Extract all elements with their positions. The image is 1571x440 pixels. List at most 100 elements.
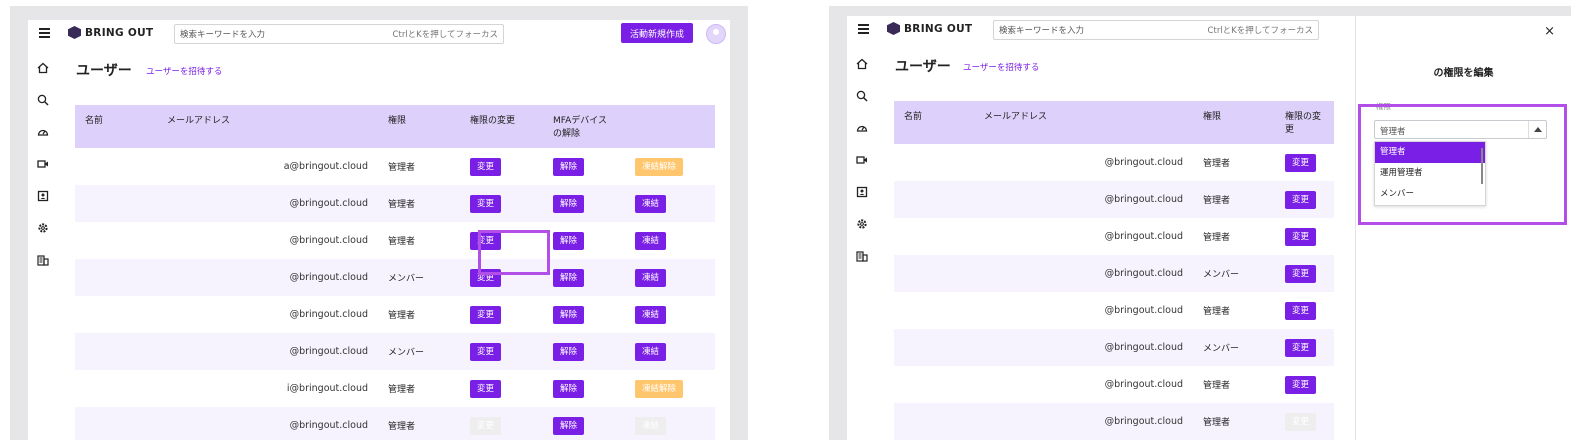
change-role-cell: 変更 <box>1275 329 1334 366</box>
header-email: メールアドレス <box>157 105 378 148</box>
mfa-reset-button[interactable]: 解除 <box>553 342 585 361</box>
home-icon[interactable] <box>37 62 49 74</box>
freeze-button[interactable]: 凍結 <box>635 194 667 213</box>
name-cell <box>75 333 157 370</box>
settings-icon[interactable] <box>37 222 49 234</box>
change-role-button[interactable]: 変更 <box>1285 338 1317 357</box>
change-role-button[interactable]: 変更 <box>470 194 502 213</box>
change-role-button[interactable]: 変更 <box>470 416 502 435</box>
search-input[interactable]: 検索キーワードを入力 CtrlとKを押してフォーカス <box>993 20 1319 40</box>
freeze-cell: 凍結 <box>625 259 715 296</box>
table-row: @bringout.cloud 管理者 変更 <box>894 218 1334 255</box>
change-role-button[interactable]: 変更 <box>1285 227 1317 246</box>
mfa-reset-button[interactable]: 解除 <box>553 194 585 213</box>
freeze-cell: 凍結 <box>625 407 715 440</box>
freeze-button[interactable]: 凍結 <box>635 342 667 361</box>
menu-icon[interactable] <box>858 24 869 34</box>
mfa-reset-button[interactable]: 解除 <box>553 157 585 176</box>
freeze-button[interactable]: 凍結解除 <box>635 157 684 176</box>
change-role-button[interactable]: 変更 <box>1285 301 1317 320</box>
change-role-cell: 変更 <box>460 296 543 333</box>
sidebar <box>847 44 877 440</box>
create-activity-button[interactable]: 活動新規作成 <box>621 23 694 43</box>
change-role-button[interactable]: 変更 <box>470 157 502 176</box>
freeze-cell: 凍結解除 <box>625 148 715 185</box>
change-role-button[interactable]: 変更 <box>1285 153 1317 172</box>
dashboard-icon[interactable] <box>37 126 49 138</box>
search-placeholder: 検索キーワードを入力 <box>999 26 1085 36</box>
settings-icon[interactable] <box>856 218 868 230</box>
change-role-cell: 変更 <box>1275 366 1334 403</box>
freeze-cell: 凍結 <box>625 333 715 370</box>
building-icon[interactable] <box>856 250 868 262</box>
table-row: @bringout.cloud メンバー 変更 <box>894 329 1334 366</box>
mfa-cell: 解除 <box>543 222 625 259</box>
change-role-button[interactable]: 変更 <box>470 379 502 398</box>
change-role-button[interactable]: 変更 <box>1285 264 1317 283</box>
highlight-role-select <box>1358 104 1567 225</box>
email-cell: @bringout.cloud <box>974 329 1193 366</box>
role-cell: 管理者 <box>1193 403 1275 440</box>
mfa-reset-button[interactable]: 解除 <box>553 416 585 435</box>
header-mfa-reset: MFAデバイスの解除 <box>543 105 625 148</box>
table-row: @bringout.cloud 管理者 変更 解除 凍結 <box>75 222 715 259</box>
mfa-cell: 解除 <box>543 148 625 185</box>
invite-users-link[interactable]: ユーザーを招待する <box>146 65 222 77</box>
name-cell <box>894 366 974 403</box>
email-cell: @bringout.cloud <box>289 309 368 320</box>
video-icon[interactable] <box>37 158 49 170</box>
table-row: @bringout.cloud メンバー 変更 解除 凍結 <box>75 333 715 370</box>
zoom-icon[interactable] <box>37 94 49 106</box>
name-cell <box>894 403 974 440</box>
app-window: BRING OUT 検索キーワードを入力 CtrlとKを押してフォーカス 活動新… <box>28 20 730 440</box>
change-role-cell: 変更 <box>1275 181 1334 218</box>
avatar[interactable] <box>706 24 726 44</box>
mfa-reset-button[interactable]: 解除 <box>553 305 585 324</box>
role-cell: メンバー <box>378 333 460 370</box>
header-role: 権限 <box>378 105 460 148</box>
freeze-button[interactable]: 凍結 <box>635 268 667 287</box>
logo-text: BRING OUT <box>904 22 973 35</box>
dashboard-icon[interactable] <box>856 122 868 134</box>
logo-text: BRING OUT <box>85 26 154 39</box>
change-role-button[interactable]: 変更 <box>1285 190 1317 209</box>
change-role-button[interactable]: 変更 <box>470 342 502 361</box>
mfa-reset-button[interactable]: 解除 <box>553 231 585 250</box>
zoom-icon[interactable] <box>856 90 868 102</box>
freeze-cell: 凍結 <box>625 185 715 222</box>
mfa-reset-button[interactable]: 解除 <box>553 268 585 287</box>
change-role-cell: 変更 <box>1275 255 1334 292</box>
table-row: @bringout.cloud 管理者 変更 解除 凍結 <box>75 296 715 333</box>
search-input[interactable]: 検索キーワードを入力 CtrlとKを押してフォーカス <box>174 24 504 44</box>
main-content: ユーザー ユーザーを招待する 名前 メールアドレス 権限 権限の変更 MFAデバ… <box>62 48 730 440</box>
menu-icon[interactable] <box>39 28 50 38</box>
change-role-cell: 変更 <box>1275 403 1334 440</box>
contact-icon[interactable] <box>856 186 868 198</box>
change-role-button[interactable]: 変更 <box>1285 375 1317 394</box>
freeze-button[interactable]: 凍結 <box>635 416 667 435</box>
change-role-cell: 変更 <box>1275 292 1334 329</box>
change-role-button[interactable]: 変更 <box>470 305 502 324</box>
building-icon[interactable] <box>37 254 49 266</box>
email-cell: @bringout.cloud <box>1104 305 1183 316</box>
name-cell <box>75 148 157 185</box>
highlight-change-button <box>478 230 550 275</box>
freeze-button[interactable]: 凍結 <box>635 305 667 324</box>
video-icon[interactable] <box>856 154 868 166</box>
freeze-button[interactable]: 凍結解除 <box>635 379 684 398</box>
change-role-button[interactable]: 変更 <box>1285 412 1317 431</box>
close-icon[interactable]: × <box>1544 24 1555 39</box>
header-change-role: 権限の変更 <box>460 105 543 148</box>
role-cell: 管理者 <box>378 407 460 440</box>
home-icon[interactable] <box>856 58 868 70</box>
name-cell <box>894 181 974 218</box>
mfa-reset-button[interactable]: 解除 <box>553 379 585 398</box>
freeze-button[interactable]: 凍結 <box>635 231 667 250</box>
mfa-cell: 解除 <box>543 185 625 222</box>
name-cell <box>75 370 157 407</box>
name-cell <box>75 296 157 333</box>
contact-icon[interactable] <box>37 190 49 202</box>
role-cell: 管理者 <box>388 163 416 173</box>
header-freeze <box>625 105 715 148</box>
invite-users-link[interactable]: ユーザーを招待する <box>963 61 1039 73</box>
